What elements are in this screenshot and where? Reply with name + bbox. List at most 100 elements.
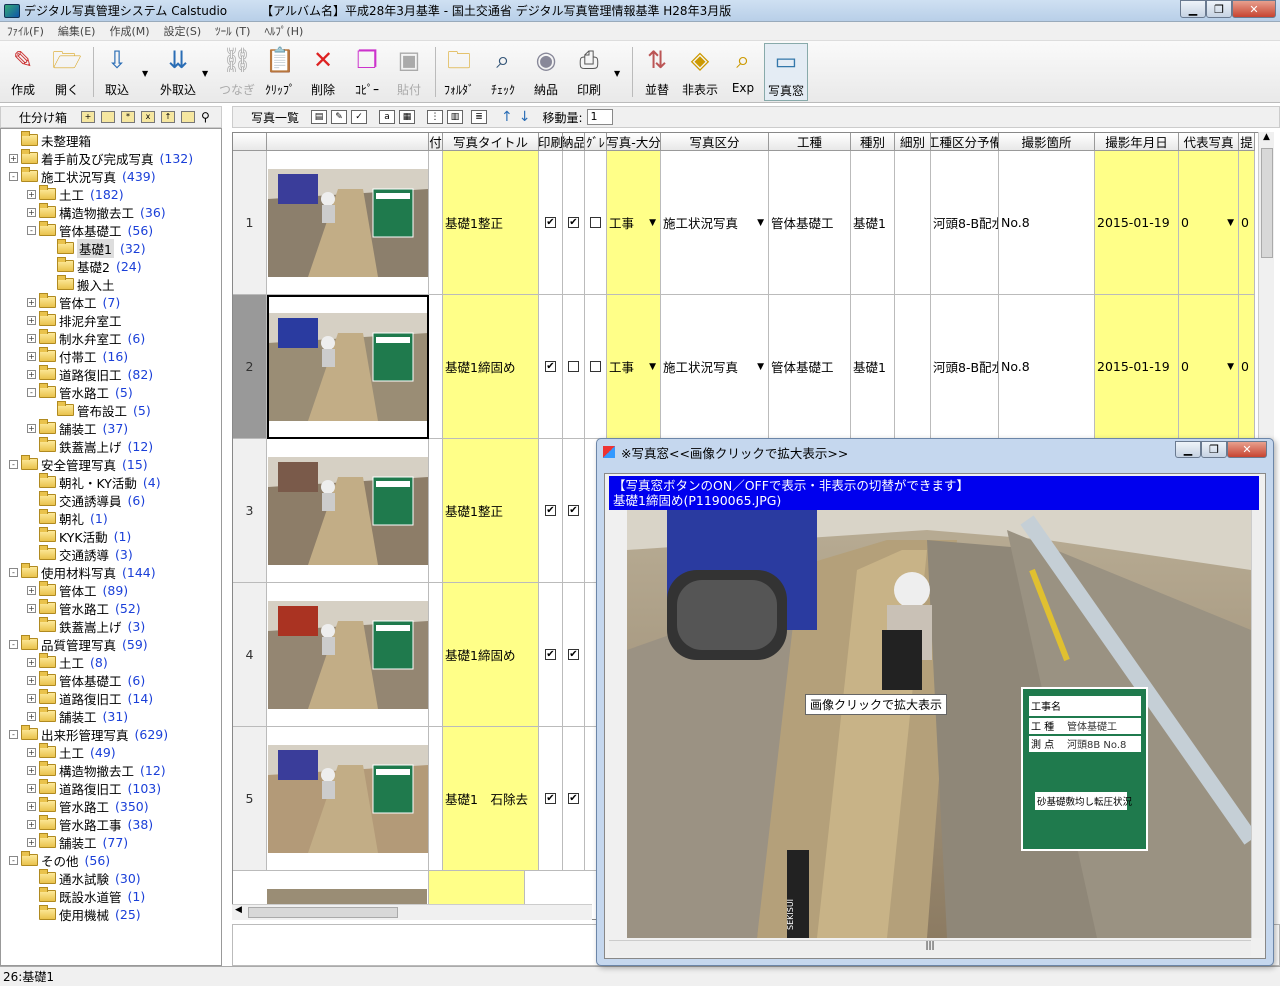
expand-toggle-icon[interactable]: + (27, 297, 36, 307)
grid-horizontal-scrollbar[interactable]: ◀ (232, 904, 592, 920)
column-header[interactable]: 写真タイトル (443, 133, 539, 151)
column-header[interactable]: 工種区分予備 (931, 133, 999, 151)
sort-button[interactable]: ⇅ 並替 (638, 43, 676, 101)
tree-node[interactable]: + 制水弁室工 (6) (27, 329, 145, 347)
folder-delete-icon[interactable]: x (141, 111, 156, 123)
expand-toggle-icon[interactable]: + (27, 207, 36, 217)
print-checkbox[interactable]: ✔ (539, 295, 563, 439)
create-button[interactable]: ✎ 作成 (4, 43, 42, 101)
print-check[interactable]: ✔ (545, 361, 556, 372)
deliver-checkbox[interactable]: ✔ (563, 583, 585, 727)
deliver-check[interactable]: ✔ (568, 217, 579, 228)
tree-node[interactable]: 搬入土 (45, 275, 121, 293)
expand-toggle-icon[interactable]: + (27, 603, 36, 613)
expand-toggle-icon[interactable] (27, 496, 36, 505)
expand-toggle-icon[interactable]: + (27, 423, 36, 433)
photo-horizontal-scrollbar[interactable]: ||| (609, 940, 1251, 956)
tree-node[interactable]: + 排泥弁室工 (27, 311, 128, 329)
tree-node[interactable]: + 管水路工事 (38) (27, 815, 153, 833)
expand-toggle-icon[interactable] (27, 910, 36, 919)
tree-node[interactable]: 朝礼・KY活動 (4) (27, 473, 161, 491)
expand-toggle-icon[interactable]: + (27, 765, 36, 775)
tree-node[interactable]: 未整理箱 (9, 131, 97, 149)
deliver-checkbox[interactable]: ✔ (563, 151, 585, 295)
deliver-checkbox[interactable]: ✔ (563, 439, 585, 583)
print-check[interactable]: ✔ (545, 505, 556, 516)
expand-toggle-icon[interactable]: - (27, 387, 36, 397)
photo-thumbnail[interactable] (267, 727, 429, 871)
tree-node[interactable]: + 管体工 (7) (27, 293, 120, 311)
location-cell[interactable]: No.8 (999, 295, 1095, 439)
tree-node[interactable]: 鉄蓋嵩上げ (12) (27, 437, 153, 455)
print-checkbox[interactable]: ✔ (539, 727, 563, 871)
tree-node[interactable]: + 着手前及び完成写真 (132) (9, 149, 193, 167)
expand-toggle-icon[interactable]: + (27, 189, 36, 199)
photo-title-cell[interactable]: 基礎1締固め (443, 295, 539, 439)
spare-cell[interactable]: 河頭8-B配水路 (931, 295, 999, 439)
column-header[interactable]: 写真区分 (661, 133, 769, 151)
expand-toggle-icon[interactable]: + (27, 711, 36, 721)
photo-title-cell[interactable]: 基礎1 石除去 (443, 727, 539, 871)
print-checkbox[interactable]: ✔ (539, 583, 563, 727)
tree-node[interactable]: + 管体基礎工 (6) (27, 671, 145, 689)
tree-node[interactable]: 管布設工 (5) (45, 401, 151, 419)
menu-help[interactable]: ﾍﾙﾌﾟ(H) (257, 23, 310, 39)
gray-checkbox[interactable] (585, 295, 607, 439)
sub-type-cell[interactable] (895, 151, 931, 295)
column-header[interactable]: 提 (1239, 133, 1255, 151)
open-button[interactable]: 🗁 開く (48, 43, 86, 101)
expand-toggle-icon[interactable] (27, 622, 36, 631)
column-header[interactable] (267, 133, 429, 151)
print-checkbox[interactable]: ✔ (539, 439, 563, 583)
expand-toggle-icon[interactable]: - (9, 459, 18, 469)
expand-toggle-icon[interactable]: - (9, 639, 18, 649)
tree-node[interactable]: + 土工 (182) (27, 185, 124, 203)
column-header[interactable]: 細別 (895, 133, 931, 151)
expand-toggle-icon[interactable]: + (27, 801, 36, 811)
row-number[interactable]: 5 (233, 727, 267, 871)
column-header[interactable]: 納品 (563, 133, 585, 151)
photo-title-cell[interactable]: 基礎1整正 (443, 439, 539, 583)
expand-toggle-icon[interactable]: + (27, 747, 36, 757)
print-dropdown[interactable]: ▼ (614, 69, 620, 78)
dropdown-arrow-icon[interactable]: ▼ (1227, 218, 1234, 228)
expand-toggle-icon[interactable] (27, 532, 36, 541)
tree-node[interactable]: - その他 (56) (9, 851, 110, 869)
print-check[interactable]: ✔ (545, 793, 556, 804)
menu-tools[interactable]: ﾂｰﾙ (T) (208, 23, 257, 39)
tree-node[interactable]: 既設水道管 (1) (27, 887, 145, 905)
menu-create[interactable]: 作成(M) (102, 23, 156, 39)
tree-node[interactable]: + 舗装工 (31) (27, 707, 128, 725)
dropdown-arrow-icon[interactable]: ▼ (757, 218, 764, 228)
row-number[interactable]: 1 (233, 151, 267, 295)
sort-az-icon[interactable]: a (379, 110, 396, 124)
column-header[interactable]: 工種 (769, 133, 851, 151)
dropdown-arrow-icon[interactable]: ▼ (757, 362, 764, 372)
location-cell[interactable]: No.8 (999, 151, 1095, 295)
tree-node[interactable]: + 舗装工 (77) (27, 833, 128, 851)
expand-toggle-icon[interactable]: - (9, 171, 18, 181)
expand-toggle-icon[interactable]: - (9, 729, 18, 739)
expand-toggle-icon[interactable] (27, 514, 36, 523)
photo-thumbnail[interactable] (267, 439, 429, 583)
folder-up-icon[interactable]: ↑ (161, 111, 176, 123)
tree-node[interactable]: + 道路復旧工 (82) (27, 365, 153, 383)
exp-button[interactable]: ⌕ Exp (724, 43, 762, 101)
check-button[interactable]: ⌕ ﾁｪｯｸ (484, 43, 522, 101)
expand-toggle-icon[interactable] (9, 136, 18, 145)
deliver-button[interactable]: ◉ 納品 (527, 43, 565, 101)
tree-node[interactable]: + 土工 (49) (27, 743, 116, 761)
photo-thumbnail[interactable] (267, 151, 429, 295)
external-import-button[interactable]: ⇊ 外取込 (156, 43, 200, 101)
column-header[interactable]: ｸﾞﾚ (585, 133, 607, 151)
checkmark-icon[interactable]: ✓ (351, 110, 368, 124)
tree-node[interactable]: 使用機械 (25) (27, 905, 141, 923)
move-up-icon[interactable]: ↑ (501, 109, 513, 125)
expand-toggle-icon[interactable]: + (27, 585, 36, 595)
minimize-button[interactable]: ▁ (1180, 0, 1206, 18)
edit-icon[interactable]: ✎ (331, 110, 348, 124)
expand-toggle-icon[interactable]: - (9, 855, 18, 865)
deliver-check[interactable]: ✔ (568, 505, 579, 516)
expand-toggle-icon[interactable] (27, 892, 36, 901)
date-cell[interactable]: 2015-01-19 (1095, 295, 1179, 439)
